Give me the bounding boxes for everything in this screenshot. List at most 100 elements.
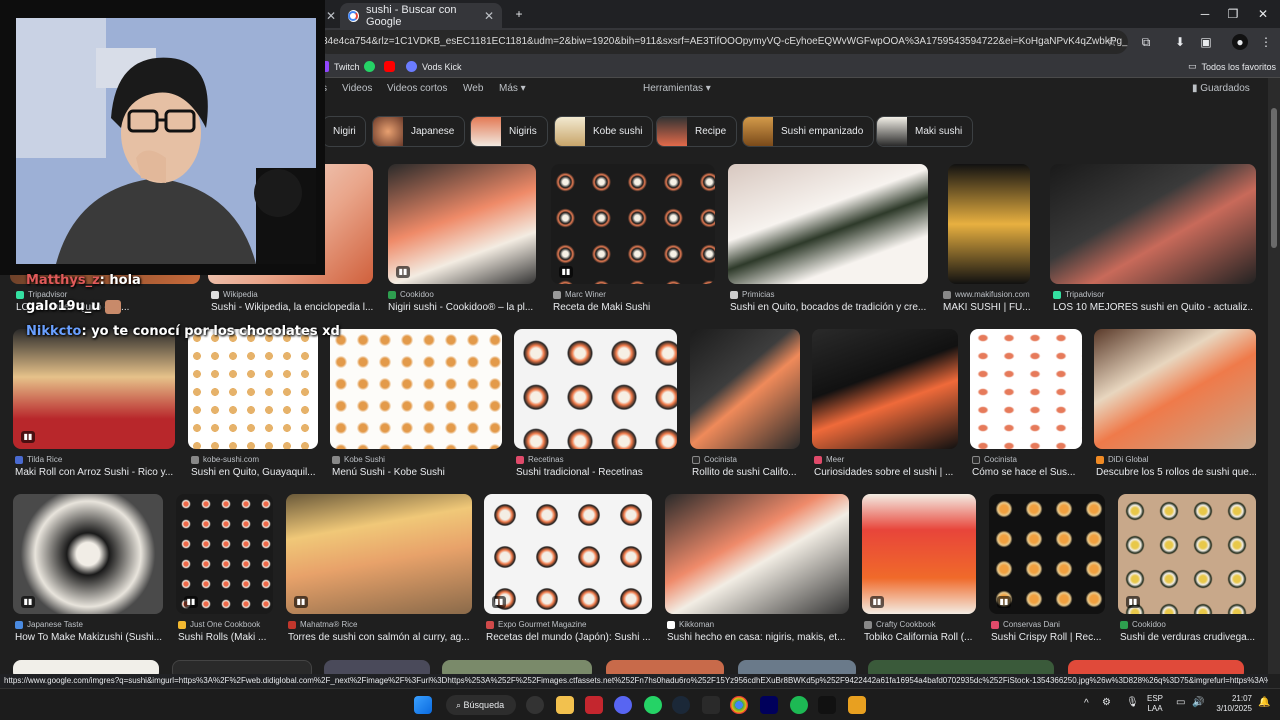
microphone-icon[interactable]: 🎙 <box>1126 697 1139 708</box>
sidepanel-icon[interactable]: ▣ <box>1198 34 1214 50</box>
tray-app-icon[interactable]: ⚙ <box>1102 697 1111 708</box>
result-title[interactable]: Nigiri sushi - Cookidoo® – la pl... <box>388 302 536 313</box>
result-image[interactable]: ▮▮ <box>551 164 715 284</box>
result-title[interactable]: Sushi - Wikipedia, la enciclopedia l... <box>211 302 373 313</box>
result-image[interactable] <box>1068 660 1244 674</box>
result-image[interactable] <box>665 494 849 614</box>
result-title[interactable]: Curiosidades sobre el sushi | ... <box>814 467 958 478</box>
result-title[interactable]: Rollito de sushi Califo... <box>692 467 800 478</box>
result-title[interactable]: Menú Sushi - Kobe Sushi <box>332 467 500 478</box>
chip-nigiris[interactable]: Nigiris <box>470 116 548 147</box>
result-image[interactable] <box>948 164 1030 284</box>
windows-start-icon[interactable] <box>414 696 432 714</box>
result-image[interactable]: ▮▮ <box>989 494 1105 614</box>
result-title[interactable]: Sushi hecho en casa: nigiris, makis, et.… <box>667 632 849 643</box>
result-image[interactable]: ▮▮ <box>13 329 175 449</box>
result-image[interactable] <box>324 660 430 674</box>
app-icon[interactable] <box>585 696 603 714</box>
language-indicator[interactable]: ESP LAA <box>1147 694 1163 714</box>
close-window-button[interactable]: ✕ <box>1246 0 1280 28</box>
result-title[interactable]: Descubre los 5 rollos de sushi que... <box>1096 467 1256 478</box>
result-image[interactable]: ▮▮ <box>862 494 976 614</box>
saved-button[interactable]: ▮ Guardados <box>1192 83 1250 94</box>
result-image[interactable]: ▮▮ <box>484 494 652 614</box>
steam-icon[interactable] <box>672 696 690 714</box>
copilot-icon[interactable] <box>526 696 544 714</box>
bookmark-whatsapp[interactable] <box>364 61 375 72</box>
result-title[interactable]: Sushi en Quito, Guayaquil... <box>191 467 318 478</box>
result-image[interactable]: ▮▮ <box>13 494 163 614</box>
maximize-button[interactable]: ❐ <box>1216 0 1250 28</box>
result-image[interactable] <box>738 660 856 674</box>
new-tab-button[interactable]: + <box>502 0 536 28</box>
result-title[interactable]: Maki Roll con Arroz Sushi - Rico y... <box>15 467 175 478</box>
result-title[interactable]: LOS 10 MEJORES sushi en Quito - actualiz… <box>1053 302 1253 313</box>
file-explorer-icon[interactable] <box>556 696 574 714</box>
extensions-icon[interactable]: ⧉ <box>1138 34 1154 50</box>
close-icon[interactable]: ✕ <box>326 9 336 23</box>
result-image[interactable] <box>188 329 318 449</box>
all-bookmarks[interactable]: ▭ Todos los favoritos <box>1188 61 1276 72</box>
discord-icon[interactable] <box>614 696 632 714</box>
clock[interactable]: 21:07 3/10/2025 <box>1212 694 1252 714</box>
result-title[interactable]: Sushi de verduras crudivega... <box>1120 632 1256 643</box>
bookmark-vods-kick[interactable]: Vods Kick <box>406 61 462 72</box>
downloads-icon[interactable]: ⬇ <box>1172 34 1188 50</box>
result-image[interactable] <box>970 329 1082 449</box>
result-title[interactable]: Tobiko California Roll (... <box>864 632 976 643</box>
result-image[interactable] <box>606 660 724 674</box>
spotify-icon[interactable] <box>790 696 808 714</box>
result-image[interactable] <box>13 660 159 674</box>
result-title[interactable]: MAKI SUSHI | FU... <box>943 302 1035 313</box>
tray-chevron-icon[interactable]: ^ <box>1084 698 1089 709</box>
result-title[interactable]: Torres de sushi con salmón al curry, ag.… <box>288 632 472 643</box>
chrome-icon[interactable] <box>730 696 748 714</box>
result-title[interactable]: Sushi Rolls (Maki ... <box>178 632 273 643</box>
result-title[interactable]: Cómo se hace el Sus... <box>972 467 1082 478</box>
bookmark-youtube[interactable] <box>384 61 395 72</box>
result-image[interactable] <box>1094 329 1256 449</box>
result-title[interactable]: Recetas del mundo (Japón): Sushi ... <box>486 632 652 643</box>
result-image[interactable] <box>514 329 677 449</box>
menu-kebab-icon[interactable]: ⋮ <box>1258 34 1274 50</box>
scrollbar-thumb[interactable] <box>1271 108 1277 248</box>
whatsapp-icon[interactable] <box>644 696 662 714</box>
tab-short-videos[interactable]: Videos cortos <box>387 83 447 94</box>
result-image[interactable]: ▮▮ <box>388 164 536 284</box>
result-title[interactable]: How To Make Makizushi (Sushi... <box>15 632 165 643</box>
result-image[interactable] <box>868 660 1054 674</box>
tab-more[interactable]: Más ▾ <box>499 83 526 94</box>
result-image[interactable] <box>812 329 958 449</box>
tab-web[interactable]: Web <box>463 83 483 94</box>
tools-button[interactable]: Herramientas ▾ <box>643 83 711 94</box>
bookmark-star-icon[interactable]: ☆ <box>1104 34 1120 50</box>
volume-icon[interactable]: 🔊 <box>1192 697 1204 708</box>
result-image[interactable] <box>1050 164 1256 284</box>
chip-recipe[interactable]: Recipe <box>656 116 738 147</box>
result-image[interactable]: ▮▮ <box>1118 494 1256 614</box>
page-scrollbar[interactable] <box>1268 78 1280 674</box>
result-title[interactable]: Sushi en Quito, bocados de tradición y c… <box>730 302 926 313</box>
result-image[interactable] <box>330 329 502 449</box>
app-icon[interactable] <box>848 696 866 714</box>
result-title[interactable]: Sushi tradicional - Recetinas <box>516 467 676 478</box>
chip-nigiri[interactable]: Nigiri <box>322 116 366 147</box>
chip-japanese[interactable]: Japanese <box>372 116 466 147</box>
tiktok-icon[interactable] <box>818 696 836 714</box>
profile-avatar-icon[interactable]: ● <box>1232 34 1248 50</box>
chip-sushi-empanizado[interactable]: Sushi empanizado <box>742 116 875 147</box>
result-title[interactable]: Receta de Maki Sushi <box>553 302 713 313</box>
result-image[interactable]: ▮▮ <box>286 494 472 614</box>
chip-kobe-sushi[interactable]: Kobe sushi <box>554 116 654 147</box>
taskbar-search[interactable]: ⌕ Búsqueda <box>446 695 516 715</box>
result-image[interactable] <box>172 660 312 674</box>
epic-games-icon[interactable] <box>702 696 720 714</box>
premiere-icon[interactable] <box>760 696 778 714</box>
result-image[interactable] <box>442 660 592 674</box>
notifications-icon[interactable]: 🔔 <box>1258 697 1270 708</box>
result-image[interactable] <box>728 164 928 284</box>
address-bar[interactable]: 34e4ca754&rlz=1C1VDKB_esEC1181EC1181&udm… <box>316 30 1128 54</box>
close-tab-icon[interactable]: ✕ <box>484 9 494 23</box>
tab-videos[interactable]: Videos <box>342 83 372 94</box>
result-title[interactable]: Sushi Crispy Roll | Rec... <box>991 632 1105 643</box>
